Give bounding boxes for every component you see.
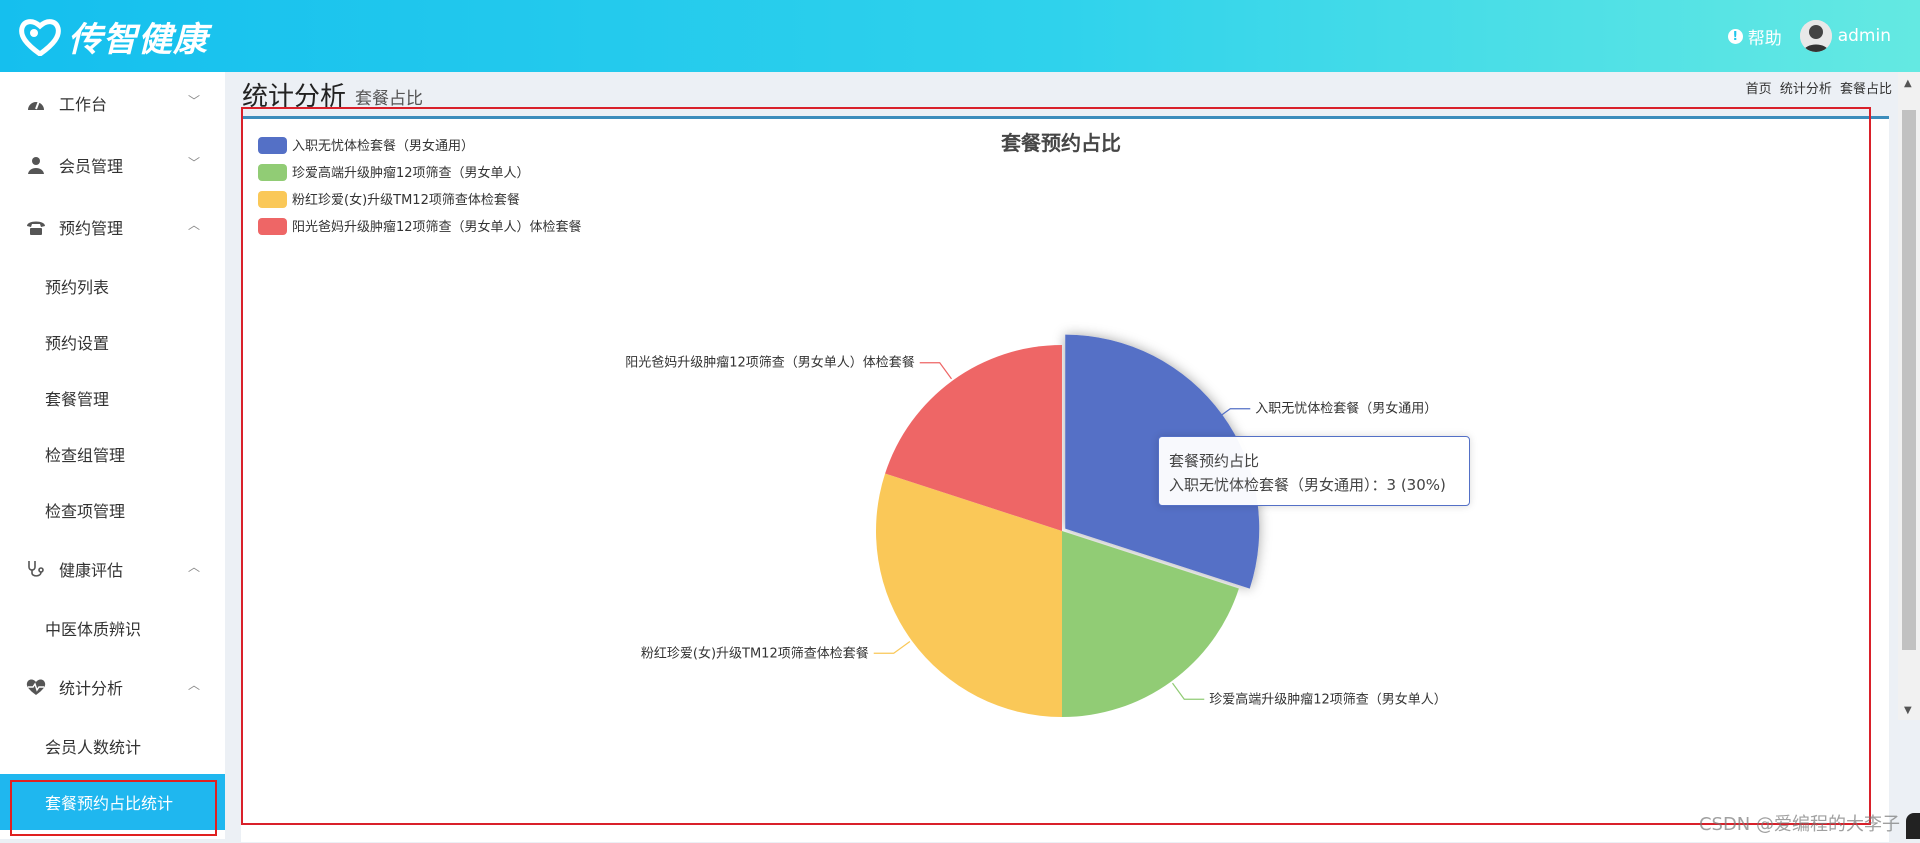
page-header: 统计分析 套餐占比 首页 统计分析 套餐占比 [242, 72, 1892, 112]
sidebar-item-appointment-settings[interactable]: 预约设置 [0, 314, 225, 370]
legend-label: 入职无忧体检套餐（男女通用） [292, 138, 474, 154]
legend-swatch [258, 137, 287, 154]
label-leader-line [919, 362, 952, 380]
sidebar-group-health-assessment[interactable]: 健康评估 ︿ [0, 538, 225, 600]
chevron-up-icon: ︿ [188, 218, 201, 232]
page-subtitle: 套餐占比 [355, 89, 423, 109]
logo-icon [19, 19, 61, 56]
legend-swatch [258, 191, 287, 208]
sidebar-group-appointments[interactable]: 预约管理 ︿ [0, 196, 225, 258]
sidebar-item-package-ratio[interactable]: 套餐预约占比统计 [0, 774, 225, 830]
sidebar-item-checkgroup-management[interactable]: 检查组管理 [0, 426, 225, 482]
chart-title: 套餐预约占比 [1001, 131, 1121, 155]
chevron-down-icon: ﹀ [188, 94, 201, 108]
dashboard-icon [28, 100, 44, 110]
sidebar-group-workbench[interactable]: 工作台 ﹀ [0, 72, 225, 134]
sidebar-group-label: 工作台 [59, 95, 108, 114]
avatar-icon [1799, 20, 1832, 52]
page-title: 统计分析 [242, 82, 347, 112]
help-link[interactable]: ! 帮助 [1727, 24, 1782, 49]
pie-chart: 套餐预约占比入职无忧体检套餐（男女通用）珍爱高端升级肿瘤12项筛查（男女单人）粉… [258, 131, 1447, 717]
corner-widget [1906, 813, 1920, 839]
legend-label: 粉红珍爱(女)升级TM12项筛查体检套餐 [292, 192, 520, 208]
scrollbar-thumb[interactable] [1902, 110, 1916, 650]
label-leader-line [1172, 682, 1205, 700]
top-header: 传智健康 ! 帮助 admin [0, 0, 1920, 72]
sidebar-item-checkitem-management[interactable]: 检查项管理 [0, 482, 225, 538]
sidebar-item-package-management[interactable]: 套餐管理 [0, 370, 225, 426]
sidebar-group-statistics[interactable]: 统计分析 ︿ [0, 656, 225, 718]
help-label: 帮助 [1747, 28, 1782, 49]
chart-panel: 套餐预约占比 入职无忧体检套餐（男女通用） 珍爱高端升级肿瘤12项筛查（男女单人）粉… [241, 116, 1889, 842]
logo[interactable]: 传智健康 [18, 11, 208, 61]
chevron-up-icon: ︿ [188, 560, 201, 574]
sidebar-group-label: 会员管理 [59, 157, 124, 176]
stethoscope-icon [28, 561, 44, 577]
main-content: 统计分析 套餐占比 首页 统计分析 套餐占比 套餐预约占比入职无忧体检套餐（男女… [225, 72, 1920, 842]
scroll-down-icon[interactable]: ▼ [1904, 705, 1912, 716]
breadcrumb-current: 套餐占比 [1839, 82, 1892, 97]
label-leader-line [873, 641, 911, 654]
sidebar-item-appointment-list[interactable]: 预约列表 [0, 258, 225, 314]
avatar [1799, 20, 1832, 52]
watermark: CSDN @爱编程的大李子 [1698, 814, 1900, 835]
breadcrumb-statistics[interactable]: 统计分析 [1780, 82, 1832, 97]
heartbeat-icon [26, 679, 46, 695]
legend-swatch [258, 164, 287, 181]
sidebar-item-member-count[interactable]: 会员人数统计 [0, 718, 225, 774]
scroll-up-icon[interactable]: ▲ [1904, 78, 1912, 89]
sidebar: 工作台 ﹀ 会员管理 ﹀ 预约管理 ︿ 预约列表 预约设置 套餐管理 检查组管理… [0, 72, 225, 839]
slice-label: 入职无忧体检套餐（男女通用） [1255, 401, 1437, 417]
chevron-down-icon: ﹀ [188, 156, 201, 170]
user-menu[interactable]: admin [1799, 20, 1891, 52]
slice-label: 阳光爸妈升级肿瘤12项筛查（男女单人）体检套餐 [625, 355, 915, 371]
breadcrumb: 首页 统计分析 套餐占比 [1742, 78, 1892, 97]
user-name: admin [1837, 26, 1891, 46]
tooltip-title: 套餐预约占比 [1169, 452, 1260, 470]
slice-label: 粉红珍爱(女)升级TM12项筛查体检套餐 [641, 645, 869, 661]
phone-icon [27, 221, 45, 235]
logo-text: 传智健康 [68, 19, 208, 60]
sidebar-group-label: 健康评估 [59, 561, 124, 580]
sidebar-group-members[interactable]: 会员管理 ﹀ [0, 134, 225, 196]
slice-label: 珍爱高端升级肿瘤12项筛查（男女单人） [1209, 691, 1447, 707]
legend-label: 阳光爸妈升级肿瘤12项筛查（男女单人）体检套餐 [292, 219, 582, 235]
info-icon: ! [1727, 28, 1743, 44]
sidebar-group-label: 统计分析 [59, 679, 124, 698]
legend-label: 珍爱高端升级肿瘤12项筛查（男女单人） [292, 165, 530, 181]
sidebar-group-label: 预约管理 [59, 219, 124, 238]
legend-swatch [258, 218, 287, 235]
chevron-up-icon: ︿ [188, 678, 201, 692]
tooltip-line: 入职无忧体检套餐（男女通用）：3 (30%) [1169, 476, 1446, 494]
breadcrumb-home[interactable]: 首页 [1746, 82, 1772, 97]
user-icon [28, 157, 44, 174]
chart-tooltip: 套餐预约占比 入职无忧体检套餐（男女通用）：3 (30%) [1158, 436, 1470, 506]
vertical-scrollbar[interactable]: ▲ ▼ [1898, 72, 1920, 720]
sidebar-item-tcm-constitution[interactable]: 中医体质辨识 [0, 600, 225, 656]
